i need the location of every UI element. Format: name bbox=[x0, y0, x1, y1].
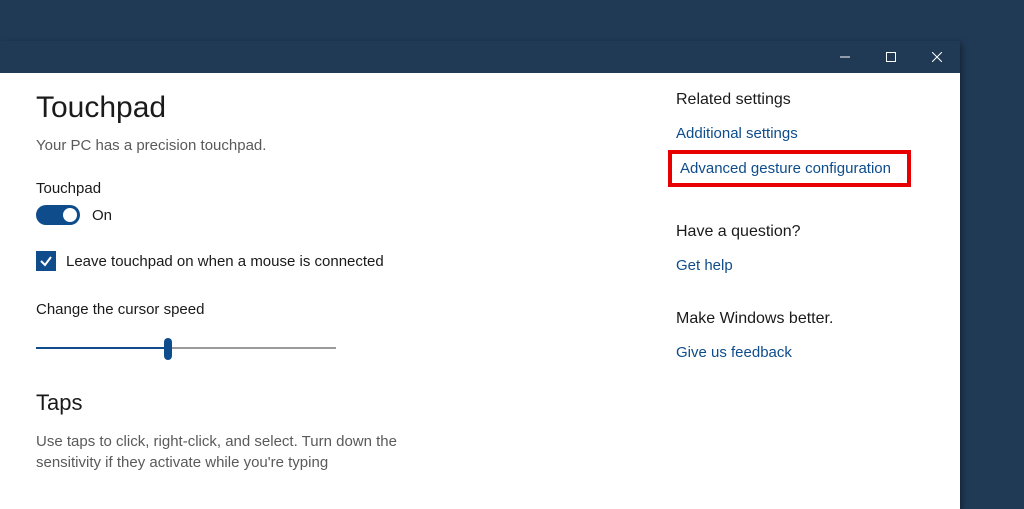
taps-description: Use taps to click, right-click, and sele… bbox=[36, 431, 466, 473]
feedback-heading: Make Windows better. bbox=[676, 310, 911, 328]
maximize-button[interactable] bbox=[868, 41, 914, 73]
highlight-box: Advanced gesture configuration bbox=[668, 150, 911, 187]
taps-heading: Taps bbox=[36, 390, 636, 416]
touchpad-toggle-label: Touchpad bbox=[36, 180, 636, 197]
touchpad-toggle-row: On bbox=[36, 205, 636, 225]
question-block: Have a question? Get help bbox=[676, 223, 911, 274]
slider-thumb[interactable] bbox=[164, 338, 172, 360]
slider-fill bbox=[36, 347, 168, 349]
cursor-speed-slider[interactable] bbox=[36, 336, 336, 360]
question-heading: Have a question? bbox=[676, 223, 911, 241]
advanced-gesture-link[interactable]: Advanced gesture configuration bbox=[680, 160, 891, 177]
feedback-link[interactable]: Give us feedback bbox=[676, 344, 911, 361]
touchpad-toggle-state: On bbox=[92, 207, 112, 224]
minimize-button[interactable] bbox=[822, 41, 868, 73]
toggle-knob bbox=[63, 208, 77, 222]
page-subtitle: Your PC has a precision touchpad. bbox=[36, 137, 636, 154]
content-area: Touchpad Your PC has a precision touchpa… bbox=[0, 73, 960, 488]
feedback-block: Make Windows better. Give us feedback bbox=[676, 310, 911, 361]
main-column: Touchpad Your PC has a precision touchpa… bbox=[36, 91, 636, 488]
leave-on-checkbox[interactable] bbox=[36, 251, 56, 271]
settings-window: Touchpad Your PC has a precision touchpa… bbox=[0, 41, 960, 509]
additional-settings-link[interactable]: Additional settings bbox=[676, 125, 911, 142]
close-button[interactable] bbox=[914, 41, 960, 73]
page-title: Touchpad bbox=[36, 91, 636, 125]
leave-on-checkbox-label: Leave touchpad on when a mouse is connec… bbox=[66, 253, 384, 270]
get-help-link[interactable]: Get help bbox=[676, 257, 911, 274]
titlebar[interactable] bbox=[0, 41, 960, 73]
side-column: Related settings Additional settings Adv… bbox=[676, 91, 911, 488]
touchpad-toggle[interactable] bbox=[36, 205, 80, 225]
cursor-speed-label: Change the cursor speed bbox=[36, 301, 636, 318]
related-settings-block: Related settings Additional settings Adv… bbox=[676, 91, 911, 187]
leave-on-checkbox-row: Leave touchpad on when a mouse is connec… bbox=[36, 251, 636, 271]
related-settings-heading: Related settings bbox=[676, 91, 911, 109]
window-controls bbox=[822, 41, 960, 73]
